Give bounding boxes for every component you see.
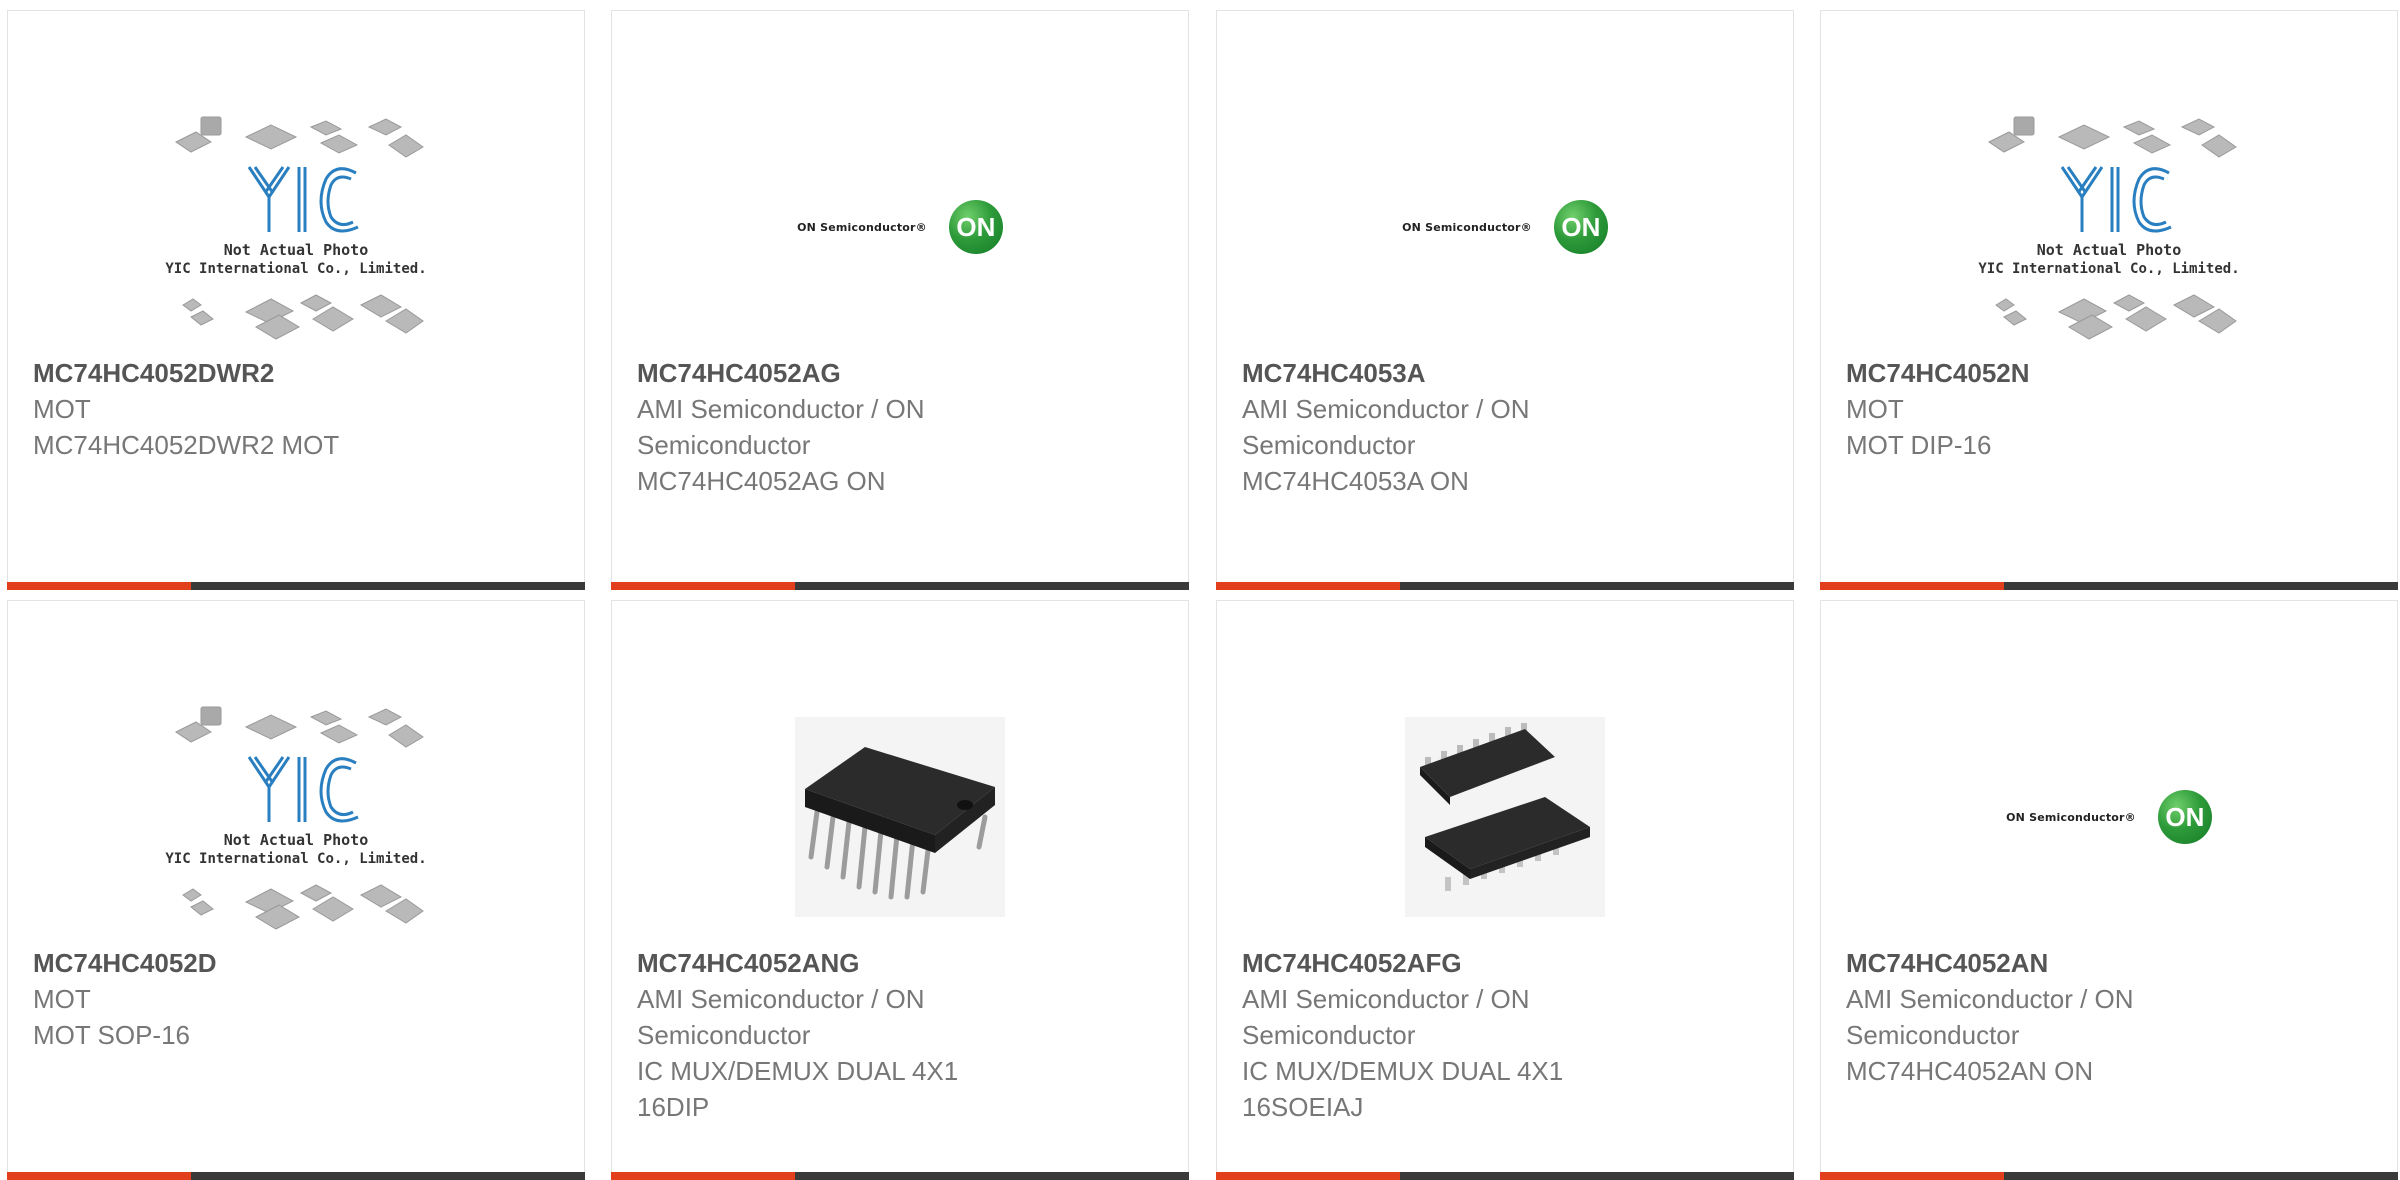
product-image[interactable] — [612, 687, 1188, 947]
product-detail-line: Semiconductor — [1242, 430, 1416, 460]
product-info: MC74HC4052AFG AMI Semiconductor / ON Semic… — [1242, 945, 1773, 1125]
on-badge-icon: ON — [948, 200, 1003, 254]
placeholder-image: Not Actual Photo YIC International Co., … — [161, 107, 431, 347]
card-bottom-bar — [611, 1172, 1189, 1180]
card-accent-bar — [1216, 1172, 1400, 1180]
card-bottom-bar — [7, 1172, 585, 1180]
product-card[interactable]: MC74HC4052AFG AMI Semiconductor / ON Semic… — [1216, 600, 1794, 1180]
product-card[interactable]: ON Semiconductor® ON MC74HC4052AN AMI Sem… — [1820, 600, 2398, 1180]
chip-collage-icon: Not Actual Photo YIC International Co., … — [165, 116, 427, 340]
product-detail-line: 16SOEIAJ — [1242, 1092, 1364, 1122]
on-badge-icon: ON — [2157, 790, 2212, 844]
on-wordmark: ON Semiconductor® — [2006, 810, 2136, 824]
part-number[interactable]: MC74HC4052ANG — [637, 945, 1168, 981]
product-info: MC74HC4052AG AMI Semiconductor / ON Semico… — [637, 355, 1168, 499]
product-detail-line: AMI Semiconductor / ON — [1846, 984, 2134, 1014]
card-accent-bar — [1820, 1172, 2004, 1180]
dip-chip-icon — [795, 717, 1005, 917]
product-detail-line: MC74HC4052AN ON — [1846, 1056, 2094, 1086]
on-semiconductor-logo: ON Semiconductor® ON — [2006, 790, 2212, 844]
product-card[interactable]: MC74HC4052ANG AMI Semiconductor / ON Semic… — [611, 600, 1189, 1180]
card-bottom-bar — [7, 582, 585, 590]
product-info: MC74HC4053A AMI Semiconductor / ON Semicon… — [1242, 355, 1773, 499]
product-detail-line: MOT — [33, 394, 91, 424]
product-image[interactable]: Not Actual Photo YIC International Co., … — [1821, 97, 2397, 357]
product-detail-line: AMI Semiconductor / ON — [1242, 394, 1530, 424]
product-detail-line: MOT DIP-16 — [1846, 430, 1992, 460]
on-wordmark: ON Semiconductor® — [797, 220, 927, 234]
product-card[interactable]: Not Actual Photo YIC International Co., … — [7, 10, 585, 590]
product-detail-line: Semiconductor — [637, 430, 811, 460]
product-detail-line: 16DIP — [637, 1092, 710, 1122]
card-accent-bar — [7, 1172, 191, 1180]
product-detail-line: Semiconductor — [1242, 1020, 1416, 1050]
product-image[interactable] — [1217, 687, 1793, 947]
chip-collage-icon: Not Actual Photo YIC International Co., … — [165, 706, 427, 930]
part-number[interactable]: MC74HC4052AG — [637, 355, 1168, 391]
product-info: MC74HC4052AN AMI Semiconductor / ON Semico… — [1846, 945, 2377, 1089]
on-wordmark: ON Semiconductor® — [1402, 220, 1532, 234]
product-info: MC74HC4052D MOT MOT SOP-16 — [33, 945, 564, 1053]
card-bottom-bar — [1820, 1172, 2398, 1180]
yic-caption-2: YIC International Co., Limited. — [165, 261, 426, 277]
on-semiconductor-logo: ON Semiconductor® ON — [797, 200, 1003, 254]
placeholder-image: Not Actual Photo YIC International Co., … — [161, 697, 431, 937]
yic-caption-1: Not Actual Photo — [2037, 241, 2182, 259]
part-number[interactable]: MC74HC4052AFG — [1242, 945, 1773, 981]
part-number[interactable]: MC74HC4053A — [1242, 355, 1773, 391]
part-number[interactable]: MC74HC4052D — [33, 945, 564, 981]
product-detail-line: MOT — [33, 984, 91, 1014]
soic-chip-icon — [1405, 717, 1605, 917]
on-badge-icon: ON — [1553, 200, 1608, 254]
product-detail-line: AMI Semiconductor / ON — [1242, 984, 1530, 1014]
product-image[interactable]: ON Semiconductor® ON — [1217, 97, 1793, 357]
product-image[interactable]: ON Semiconductor® ON — [1821, 687, 2397, 947]
card-bottom-bar — [1216, 582, 1794, 590]
card-accent-bar — [611, 582, 795, 590]
product-image[interactable]: Not Actual Photo YIC International Co., … — [8, 687, 584, 947]
product-card[interactable]: Not Actual Photo YIC International Co., … — [1820, 10, 2398, 590]
product-image[interactable]: Not Actual Photo YIC International Co., … — [8, 97, 584, 357]
card-bottom-bar — [611, 582, 1189, 590]
product-detail-line: IC MUX/DEMUX DUAL 4X1 — [637, 1056, 959, 1086]
part-number[interactable]: MC74HC4052AN — [1846, 945, 2377, 981]
on-semiconductor-logo: ON Semiconductor® ON — [1402, 200, 1608, 254]
product-info: MC74HC4052DWR2 MOT MC74HC4052DWR2 MOT — [33, 355, 564, 463]
product-detail-line: MOT SOP-16 — [33, 1020, 191, 1050]
product-detail-line: AMI Semiconductor / ON — [637, 394, 925, 424]
product-detail-line: MC74HC4052AG ON — [637, 466, 886, 496]
product-detail-line: IC MUX/DEMUX DUAL 4X1 — [1242, 1056, 1564, 1086]
product-info: MC74HC4052N MOT MOT DIP-16 — [1846, 355, 2377, 463]
product-card[interactable]: Not Actual Photo YIC International Co., … — [7, 600, 585, 1180]
product-card[interactable]: ON Semiconductor® ON MC74HC4052AG AMI Sem… — [611, 10, 1189, 590]
product-detail-line: MOT — [1846, 394, 1904, 424]
product-card[interactable]: ON Semiconductor® ON MC74HC4053A AMI Semi… — [1216, 10, 1794, 590]
yic-caption-1: Not Actual Photo — [224, 241, 369, 259]
product-detail-line: Semiconductor — [1846, 1020, 2020, 1050]
card-accent-bar — [1820, 582, 2004, 590]
product-detail-line: AMI Semiconductor / ON — [637, 984, 925, 1014]
card-bottom-bar — [1820, 582, 2398, 590]
product-detail-line: MC74HC4052DWR2 MOT — [33, 430, 340, 460]
card-accent-bar — [611, 1172, 795, 1180]
card-accent-bar — [1216, 582, 1400, 590]
card-bottom-bar — [1216, 1172, 1794, 1180]
yic-caption-1: Not Actual Photo — [224, 831, 369, 849]
product-info: MC74HC4052ANG AMI Semiconductor / ON Semic… — [637, 945, 1168, 1125]
chip-collage-icon: Not Actual Photo YIC International Co., … — [1978, 116, 2240, 340]
yic-caption-2: YIC International Co., Limited. — [165, 851, 426, 867]
yic-caption-2: YIC International Co., Limited. — [1978, 261, 2239, 277]
part-number[interactable]: MC74HC4052N — [1846, 355, 2377, 391]
product-detail-line: MC74HC4053A ON — [1242, 466, 1469, 496]
product-image[interactable]: ON Semiconductor® ON — [612, 97, 1188, 357]
placeholder-image: Not Actual Photo YIC International Co., … — [1974, 107, 2244, 347]
product-detail-line: Semiconductor — [637, 1020, 811, 1050]
part-number[interactable]: MC74HC4052DWR2 — [33, 355, 564, 391]
card-accent-bar — [7, 582, 191, 590]
